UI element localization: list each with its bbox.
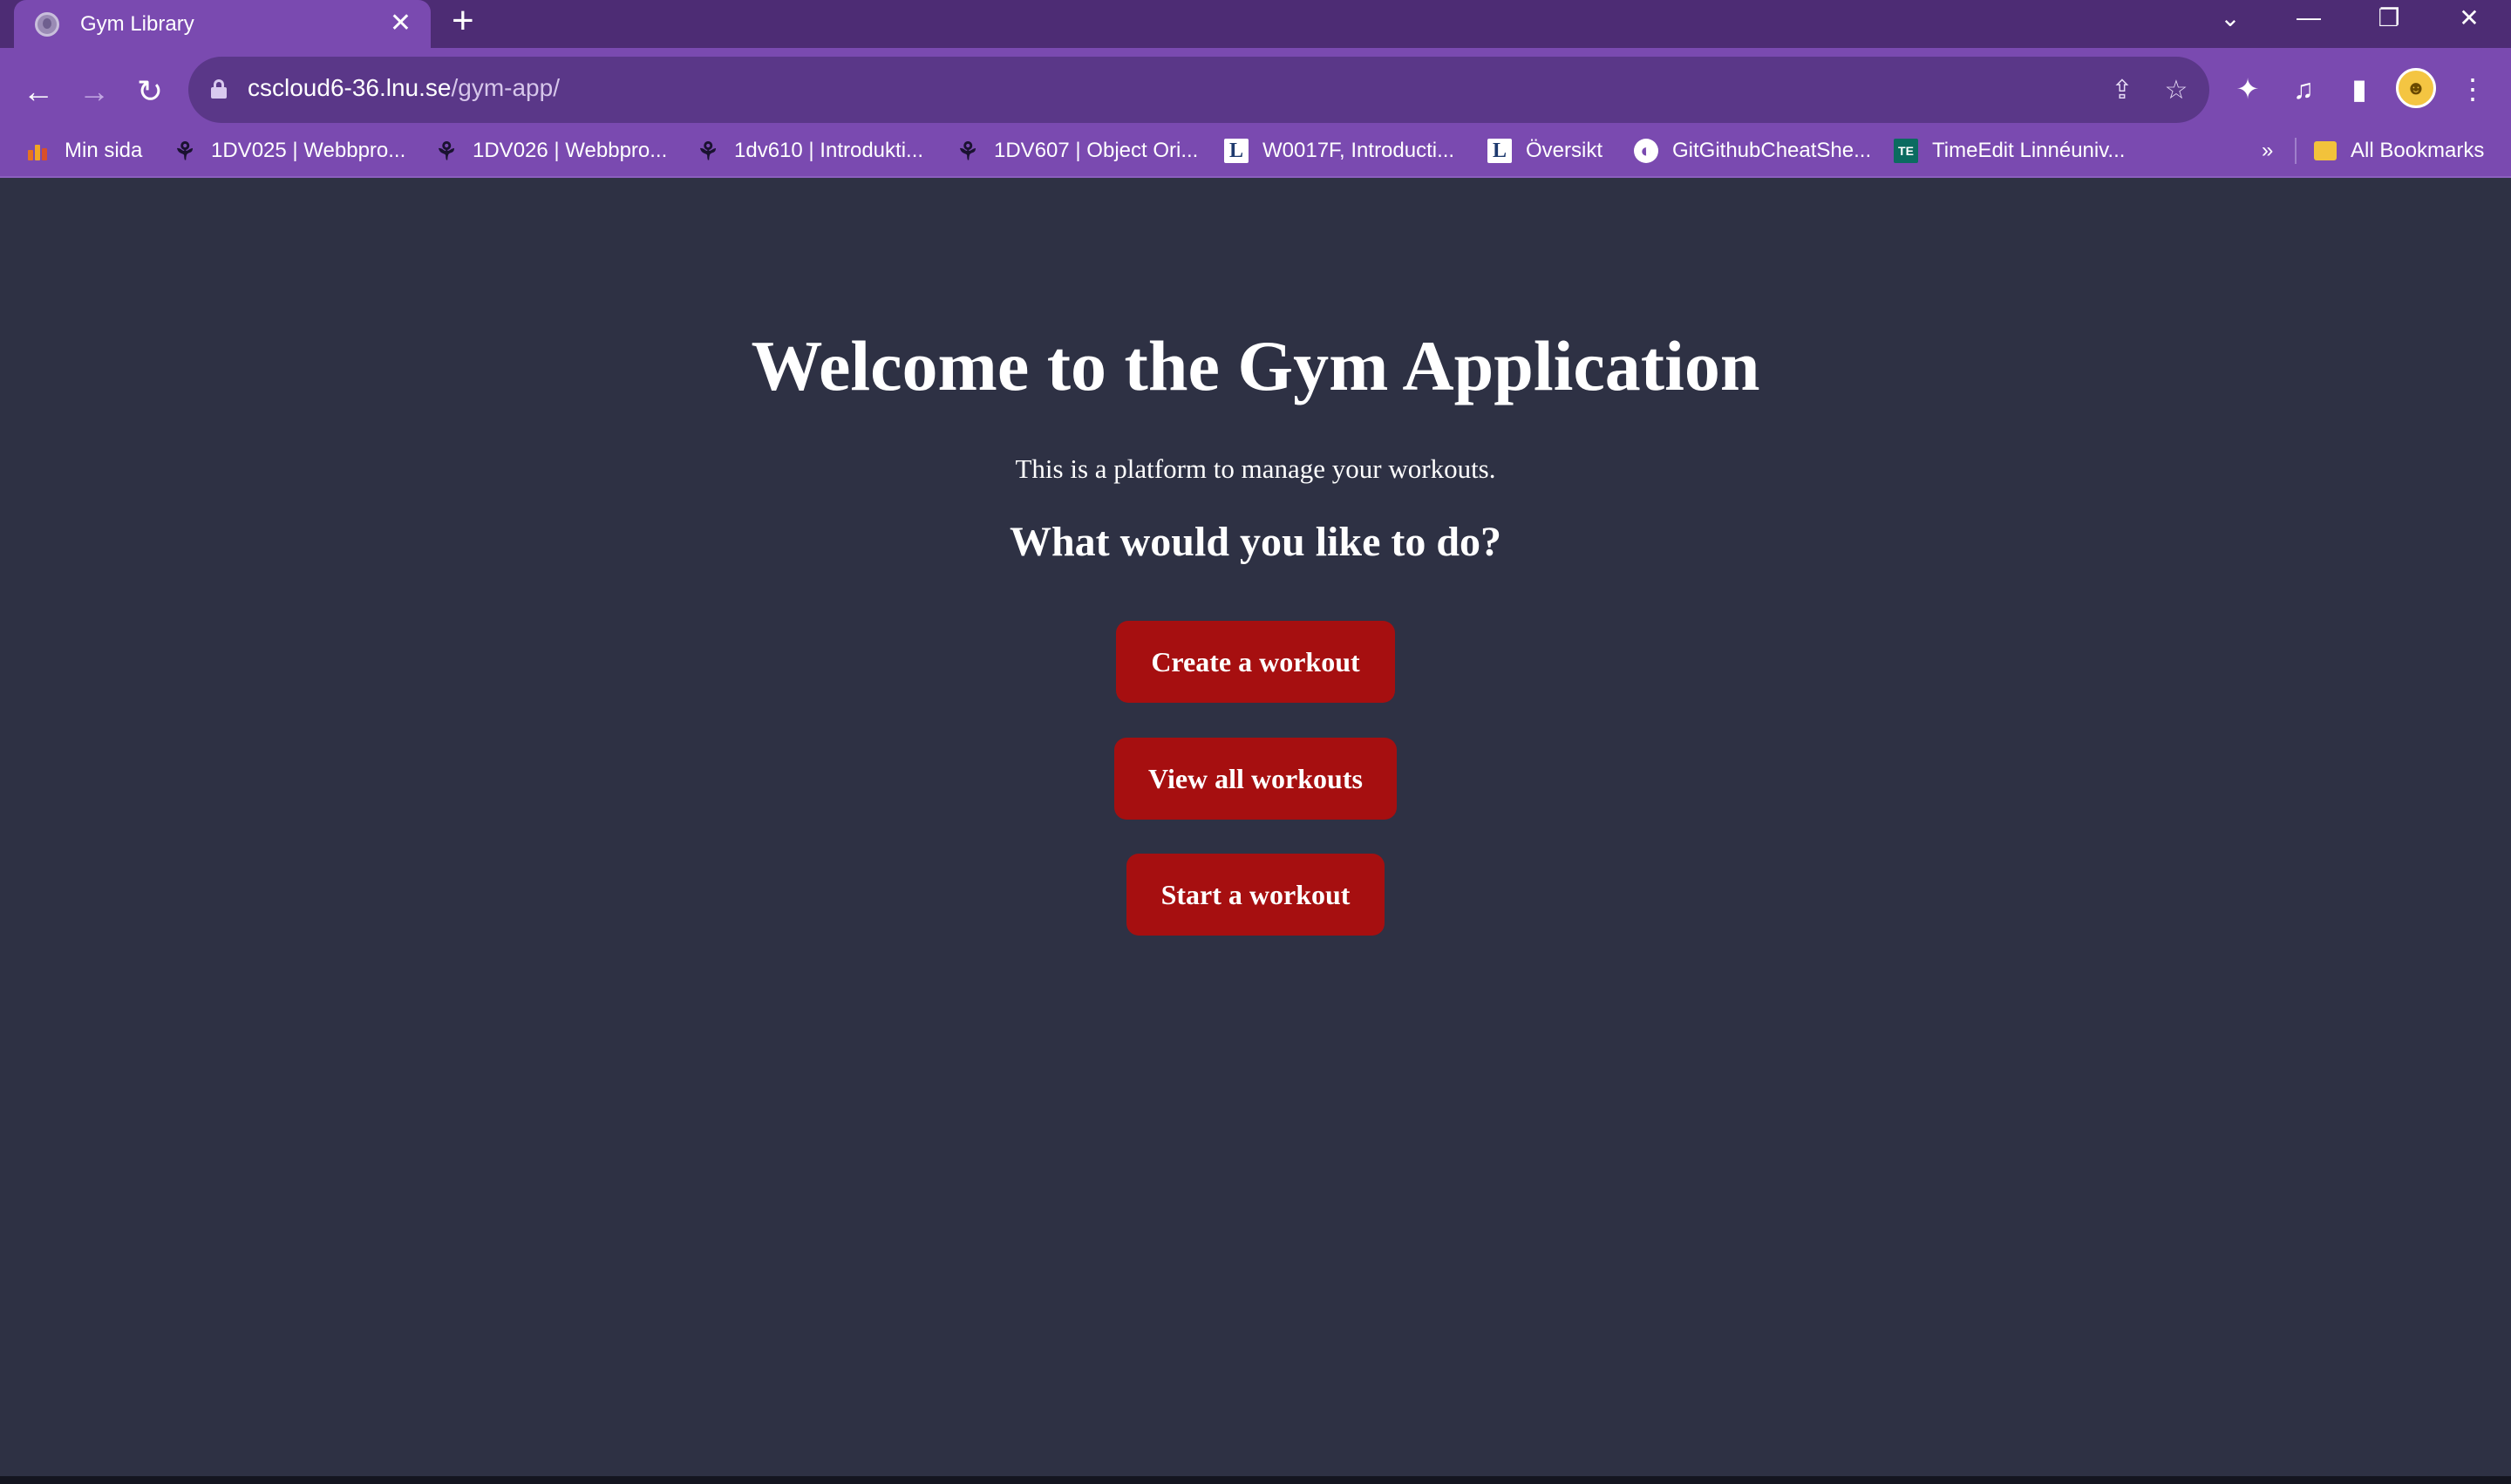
extensions-icon[interactable]: ✦	[2227, 67, 2269, 111]
bookmarks-bar: Min sida ⚘ 1DV025 | Webbpro... ⚘ 1DV026 …	[0, 124, 2511, 178]
timeedit-icon: TE	[1894, 139, 1918, 163]
action-prompt: What would you like to do?	[1009, 519, 1502, 565]
bookmark-label: Översikt	[1526, 139, 1603, 162]
bookmark-gitgithub[interactable]: ◐ GitGithubCheatShe...	[1634, 133, 1871, 169]
tree-icon: ⚘	[435, 137, 458, 165]
tab-gym-library[interactable]: Gym Library ✕	[14, 0, 431, 48]
bookmark-1dv607[interactable]: ⚘ 1DV607 | Object Ori...	[956, 133, 1198, 169]
lock-icon[interactable]	[211, 79, 227, 99]
tab-search-icon[interactable]: ⌄	[2204, 0, 2256, 35]
min-sida-icon	[26, 139, 51, 163]
bookmark-1dv025[interactable]: ⚘ 1DV025 | Webbpro...	[173, 133, 405, 169]
bookmark-label: 1DV026 | Webbpro...	[473, 139, 668, 162]
bookmark-1dv610[interactable]: ⚘ 1dv610 | Introdukti...	[696, 133, 923, 169]
bookmarks-divider	[2295, 138, 2297, 164]
page-description: This is a platform to manage your workou…	[1015, 453, 1496, 484]
bookmark-w0017f[interactable]: L W0017F, Introducti...	[1224, 133, 1454, 169]
globe-favicon-icon	[35, 11, 59, 37]
profile-avatar[interactable]: ☻	[2396, 68, 2436, 108]
view-workouts-button[interactable]: View all workouts	[1114, 738, 1397, 820]
all-bookmarks-button[interactable]: All Bookmarks	[2314, 133, 2484, 169]
tree-icon: ⚘	[697, 137, 719, 165]
media-control-icon[interactable]: ♫	[2283, 67, 2324, 111]
bookmark-label: 1dv610 | Introdukti...	[734, 139, 924, 162]
url-path: /gym-app/	[451, 74, 560, 101]
url-text[interactable]: cscloud6-36.lnu.se/gym-app/	[248, 74, 560, 102]
bookmark-star-icon[interactable]: ☆	[2159, 72, 2194, 107]
lnu-icon: L	[1487, 139, 1512, 163]
bookmark-label: Min sida	[65, 139, 143, 162]
bookmark-label: 1DV607 | Object Ori...	[994, 139, 1199, 162]
bookmark-1dv026[interactable]: ⚘ 1DV026 | Webbpro...	[434, 133, 667, 169]
bookmark-min-sida[interactable]: Min sida	[26, 133, 142, 169]
side-panel-icon[interactable]: ▮	[2338, 67, 2380, 111]
bookmarks-overflow-icon[interactable]: »	[2262, 133, 2273, 169]
start-workout-button[interactable]: Start a workout	[1126, 854, 1385, 936]
window-close-icon[interactable]: ✕	[2443, 0, 2495, 35]
lnu-icon: L	[1224, 139, 1249, 163]
url-host: cscloud6-36.lnu.se	[248, 74, 452, 101]
reload-icon[interactable]: ↻	[126, 67, 174, 116]
tab-strip: Gym Library ✕ + ⌄ — ❐ ✕	[0, 0, 2511, 48]
globe-icon: ◐	[1634, 139, 1658, 163]
forward-arrow-icon[interactable]: →	[70, 67, 119, 116]
share-icon[interactable]: ⇪	[2105, 72, 2140, 107]
new-tab-button[interactable]: +	[452, 2, 474, 40]
minimize-icon[interactable]: —	[2283, 0, 2335, 35]
bookmark-oversikt[interactable]: L Översikt	[1487, 133, 1603, 169]
bookmark-label: TimeEdit Linnéuniv...	[1932, 139, 2126, 162]
tab-title: Gym Library	[80, 11, 194, 36]
menu-kebab-icon[interactable]: ⋮	[2452, 67, 2494, 111]
bookmark-timeedit[interactable]: TE TimeEdit Linnéuniv...	[1894, 133, 2125, 169]
back-arrow-icon[interactable]: ←	[14, 67, 63, 116]
taskbar-edge	[0, 1476, 2511, 1484]
all-bookmarks-label: All Bookmarks	[2351, 139, 2485, 162]
tab-close-icon[interactable]: ✕	[390, 9, 412, 38]
create-workout-button[interactable]: Create a workout	[1116, 621, 1395, 703]
bookmark-label: W0017F, Introducti...	[1262, 139, 1455, 162]
restore-icon[interactable]: ❐	[2363, 0, 2415, 35]
folder-icon	[2314, 141, 2337, 160]
bookmark-label: 1DV025 | Webbpro...	[211, 139, 406, 162]
tree-icon: ⚘	[174, 137, 196, 165]
address-bar[interactable]: cscloud6-36.lnu.se/gym-app/ ⇪ ☆	[188, 57, 2209, 123]
tree-icon: ⚘	[956, 137, 979, 165]
page-viewport: Welcome to the Gym Application This is a…	[0, 180, 2511, 1476]
page-title: Welcome to the Gym Application	[751, 326, 1760, 405]
bookmark-label: GitGithubCheatShe...	[1672, 139, 1872, 162]
